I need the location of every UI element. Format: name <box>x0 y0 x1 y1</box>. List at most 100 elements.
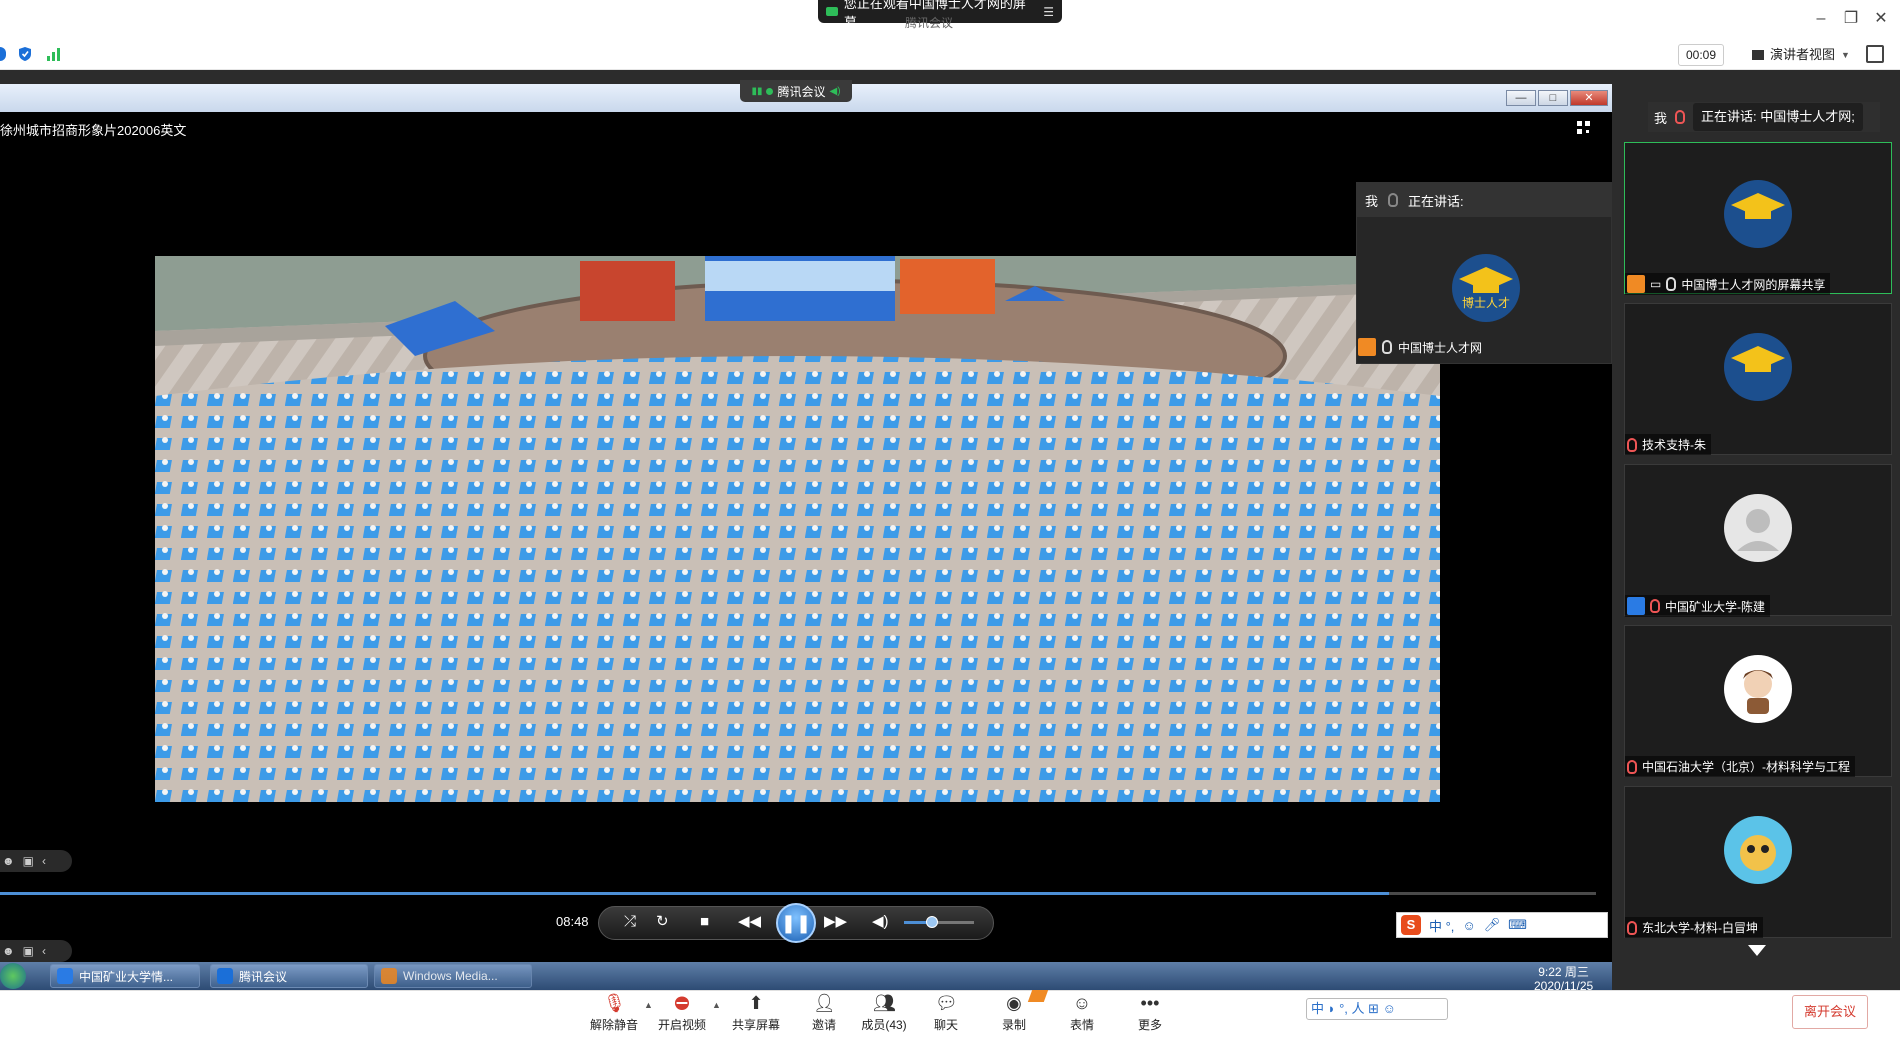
emoji-button[interactable]: ☺ 表情 <box>1052 993 1112 1037</box>
more-icon: ••• <box>1140 993 1160 1013</box>
users-icon: 👥︎ <box>873 993 896 1013</box>
pause-button[interactable]: ❚❚ <box>776 903 816 943</box>
ime-status: 中 °, <box>1429 918 1455 934</box>
screen-share-icon: ▭ <box>1650 277 1662 291</box>
mic-off-icon <box>1627 437 1637 452</box>
me-label: 我 <box>1365 193 1379 209</box>
layout-grid-icon[interactable] <box>1576 120 1592 136</box>
video-off-icon: ⛔︎ <box>674 993 690 1013</box>
windows-start-icon[interactable] <box>0 963 26 989</box>
chevron-left-icon[interactable]: ‹ <box>42 944 46 958</box>
fullscreen-icon[interactable] <box>1866 45 1884 63</box>
start-video-label: 开启视频 <box>657 1018 706 1032</box>
members-button[interactable]: 👥︎ 成员(43) <box>854 993 914 1037</box>
repeat-icon[interactable]: ↻ <box>656 912 669 932</box>
speaker-icon: ◀) <box>829 85 841 97</box>
participant-name: 技术支持-朱 <box>1642 438 1706 452</box>
shuffle-icon[interactable]: ⤮ <box>624 912 636 932</box>
smile-icon[interactable]: ☻ <box>2 854 15 868</box>
smile-icon: ☺ <box>1072 993 1092 1013</box>
chat-icon[interactable]: ▣ <box>23 854 34 868</box>
taskbar-item[interactable]: 中国矿业大学情... <box>50 964 200 988</box>
more-button[interactable]: ••• 更多 <box>1120 993 1180 1037</box>
participant-tile[interactable]: 东北大学-材料-白冒坤 <box>1624 786 1892 938</box>
chevron-down-icon: ▼ <box>1841 50 1850 60</box>
meeting-floating-tab[interactable]: ▮▮ 腾讯会议 ◀) <box>740 80 852 102</box>
invite-button[interactable]: 👤︎ 邀请 <box>794 993 854 1037</box>
taskbar-item[interactable]: 腾讯会议 <box>210 964 368 988</box>
mic-off-icon: 🎙︎ <box>603 993 626 1013</box>
video-camera-icon <box>826 7 838 16</box>
video-title: 徐州城市招商形象片202006英文 <box>0 123 187 138</box>
player-maximize-button[interactable]: □ <box>1538 90 1568 106</box>
chat-button[interactable]: 💬︎ 聊天 <box>916 993 976 1037</box>
ime-toolbar-bottom[interactable]: 中 ◗ °, 人 ⊞ ☺ <box>1306 998 1448 1020</box>
meeting-timer: 00:09 <box>1678 44 1724 66</box>
ime-toolbar[interactable]: S 中 °, ☺ 🎤︎ ⌨ <box>1396 912 1608 938</box>
smile-icon[interactable]: ☺ <box>1462 918 1475 933</box>
smile-icon[interactable]: ☻ <box>2 944 15 958</box>
window-title: 腾讯会议 <box>905 16 954 30</box>
participant-tile[interactable]: 技术支持-朱 <box>1624 303 1892 455</box>
scroll-down-icon[interactable] <box>1748 945 1766 956</box>
restore-button[interactable]: ❐ <box>1836 8 1866 30</box>
chevron-left-icon[interactable]: ‹ <box>42 854 46 868</box>
next-icon[interactable]: ▶▶ <box>824 912 847 932</box>
taskbar-item[interactable]: Windows Media... <box>374 964 532 988</box>
volume-knob[interactable] <box>926 916 938 928</box>
user-icon <box>1627 597 1645 615</box>
mic-off-icon <box>1650 599 1660 613</box>
mic-icon <box>1382 340 1392 354</box>
signal-icon[interactable] <box>46 47 62 61</box>
meeting-app-icon <box>217 968 233 984</box>
participant-name-row: 东北大学-材料-白冒坤 <box>1625 917 1763 938</box>
mic-icon <box>1666 277 1677 291</box>
minimize-button[interactable]: – <box>1806 8 1836 30</box>
view-mode-dropdown[interactable]: 演讲者视图 ▼ <box>1742 44 1860 66</box>
active-speaker-popup[interactable]: 我 正在讲话: 博士人才 <box>1356 182 1612 364</box>
speaking-label: 正在讲话: <box>1408 193 1464 209</box>
meeting-toolbar <box>0 40 1900 70</box>
host-icon <box>1358 338 1376 356</box>
unmute-button[interactable]: 🎙︎ 解除静音 <box>584 993 644 1037</box>
video-frame-yoga-event <box>155 256 1440 802</box>
share-screen-label: 共享屏幕 <box>731 1018 780 1032</box>
stop-icon[interactable]: ■ <box>700 912 709 932</box>
participant-name-row: 技术支持-朱 <box>1625 434 1711 455</box>
mic-icon[interactable]: 🎤︎ <box>1484 917 1501 933</box>
tray-clock[interactable]: 9:22 周三 2020/11/25 <box>1534 965 1593 993</box>
chat-icon[interactable]: ▣ <box>23 944 34 958</box>
taskbar-item-label: 中国矿业大学情... <box>79 969 174 984</box>
menu-icon[interactable]: ☰ <box>1043 5 1054 19</box>
members-label: 成员(43) <box>861 1018 907 1032</box>
side-controls-secondary[interactable]: ☻ ▣ ‹ <box>0 940 72 962</box>
chevron-up-icon[interactable]: ▲ <box>712 1000 721 1010</box>
graduation-cap-logo <box>1724 180 1792 248</box>
participant-tile[interactable]: ▭ 中国博士人才网的屏幕共享 <box>1624 142 1892 295</box>
unmute-label: 解除静音 <box>589 1018 638 1032</box>
me-label: 我 <box>1654 110 1668 126</box>
start-video-button[interactable]: ⛔︎ 开启视频 <box>652 993 712 1037</box>
player-close-button[interactable]: ✕ <box>1570 90 1608 106</box>
shield-icon[interactable] <box>18 46 32 62</box>
record-label: 录制 <box>1001 1018 1026 1032</box>
close-button[interactable]: ✕ <box>1866 8 1896 30</box>
volume-icon[interactable]: ◀) <box>872 912 889 932</box>
view-mode-label: 演讲者视图 <box>1770 47 1836 62</box>
participant-name-row: 中国矿业大学-陈建 <box>1625 595 1770 617</box>
status-dot <box>766 87 774 95</box>
default-person-avatar <box>1724 494 1792 562</box>
side-controls[interactable]: ☻ ▣ ‹ <box>0 850 72 872</box>
participant-name-row: ▭ 中国博士人才网的屏幕共享 <box>1625 273 1831 295</box>
participant-tile[interactable]: 中国矿业大学-陈建 <box>1624 464 1892 617</box>
previous-icon[interactable]: ◀◀ <box>738 912 761 932</box>
share-screen-button[interactable]: ⬆ 共享屏幕 <box>726 993 786 1037</box>
chat-label: 聊天 <box>933 1018 958 1032</box>
leave-meeting-button[interactable]: 离开会议 <box>1792 995 1868 1029</box>
player-minimize-button[interactable]: — <box>1506 90 1536 106</box>
participant-tile[interactable]: 中国石油大学（北京）-材料科学与工程 <box>1624 625 1892 777</box>
sogou-icon: S <box>1401 915 1421 935</box>
keyboard-icon[interactable]: ⌨ <box>1508 917 1527 933</box>
participant-name: 中国博士人才网的屏幕共享 <box>1681 277 1826 292</box>
playback-time: 08:48 <box>556 914 589 929</box>
